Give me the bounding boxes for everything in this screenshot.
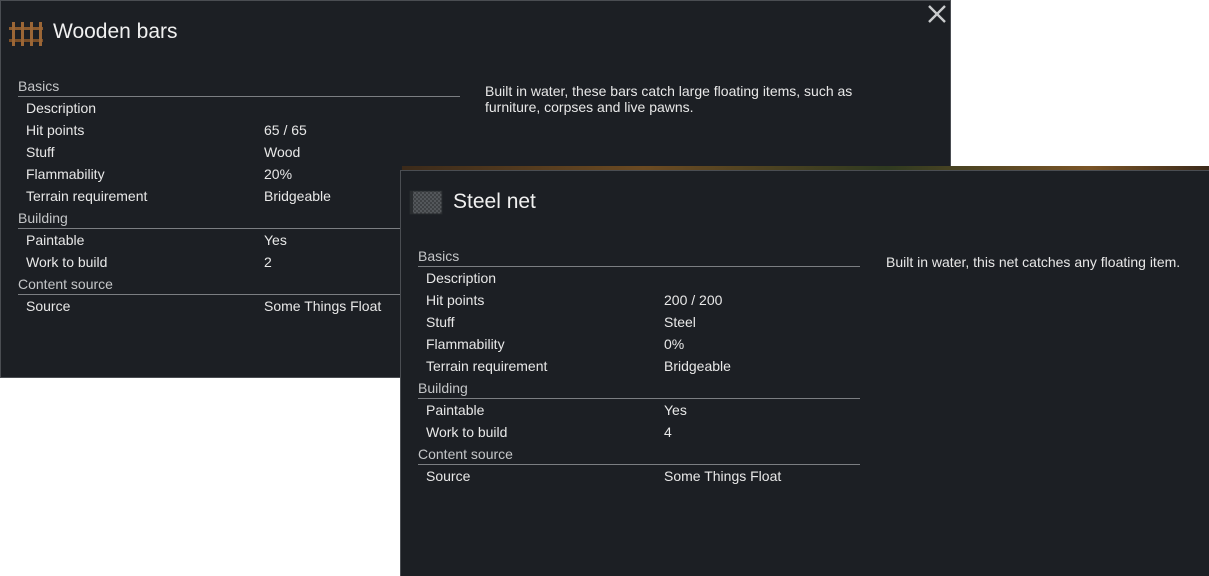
stat-value: Steel	[664, 314, 696, 330]
stat-row[interactable]: Flammability 0%	[418, 333, 860, 355]
stat-row[interactable]: Description	[18, 97, 460, 119]
stat-row[interactable]: Terrain requirement Bridgeable	[418, 355, 860, 377]
section-header-content-source: Content source	[418, 445, 860, 465]
stat-label: Flammability	[26, 166, 105, 182]
stat-row[interactable]: Hit points 65 / 65	[18, 119, 460, 141]
stat-row[interactable]: Work to build 4	[418, 421, 860, 443]
section-header-building: Building	[18, 209, 460, 229]
stat-value: Wood	[264, 144, 301, 160]
stat-row[interactable]: Source Some Things Float	[418, 465, 860, 487]
stat-row[interactable]: Stuff Steel	[418, 311, 860, 333]
window-title: Wooden bars	[53, 20, 178, 43]
stat-value: 2	[264, 254, 272, 270]
stat-value: 200 / 200	[664, 292, 723, 308]
stat-value: 4	[664, 424, 672, 440]
window-header: Steel net	[409, 187, 536, 217]
stat-row[interactable]: Work to build 2	[18, 251, 460, 273]
stats-list: Basics Description Hit points 200 / 200 S…	[418, 245, 860, 487]
stats-list: Basics Description Hit points 65 / 65 Stu…	[18, 75, 460, 317]
section-header-content-source: Content source	[18, 275, 460, 295]
stat-label: Stuff	[26, 144, 55, 160]
stat-label: Source	[426, 468, 471, 484]
stat-row[interactable]: Terrain requirement Bridgeable	[18, 185, 460, 207]
wooden-bars-icon	[9, 17, 43, 47]
stat-value: Yes	[264, 232, 287, 248]
stat-label: Paintable	[426, 402, 485, 418]
section-header-basics: Basics	[18, 77, 460, 97]
stat-label: Terrain requirement	[26, 188, 148, 204]
stat-row[interactable]: Paintable Yes	[18, 229, 460, 251]
stat-value: Yes	[664, 402, 687, 418]
stat-label: Work to build	[26, 254, 108, 270]
description-text: Built in water, this net catches any flo…	[886, 254, 1181, 270]
stat-label: Hit points	[26, 122, 85, 138]
stat-value: 20%	[264, 166, 293, 182]
stat-label: Description	[426, 270, 497, 286]
stat-row[interactable]: Hit points 200 / 200	[418, 289, 860, 311]
stat-label: Terrain requirement	[426, 358, 548, 374]
description-text: Built in water, these bars catch large f…	[485, 83, 853, 115]
stat-value: Some Things Float	[264, 298, 382, 314]
stat-label: Hit points	[426, 292, 485, 308]
stat-label: Description	[26, 100, 97, 116]
stat-value: Some Things Float	[664, 468, 782, 484]
stat-row[interactable]: Stuff Wood	[18, 141, 460, 163]
steel-net-icon	[409, 187, 443, 217]
info-window-steel-net: Steel net Basics Description Hit points 2…	[400, 170, 1209, 576]
stat-row[interactable]: Paintable Yes	[418, 399, 860, 421]
section-header-basics: Basics	[418, 247, 860, 267]
window-title: Steel net	[453, 190, 536, 213]
window-header: Wooden bars	[9, 17, 178, 47]
close-icon[interactable]	[926, 3, 948, 25]
stat-label: Work to build	[426, 424, 508, 440]
stat-value: Bridgeable	[264, 188, 331, 204]
stat-row[interactable]: Source Some Things Float	[18, 295, 460, 317]
stat-row[interactable]: Flammability 20%	[18, 163, 460, 185]
stat-label: Stuff	[426, 314, 455, 330]
stat-value: Bridgeable	[664, 358, 731, 374]
stat-label: Flammability	[426, 336, 505, 352]
stat-label: Source	[26, 298, 71, 314]
stat-value: 65 / 65	[264, 122, 307, 138]
section-header-building: Building	[418, 379, 860, 399]
stat-value: 0%	[664, 336, 685, 352]
stat-row[interactable]: Description	[418, 267, 860, 289]
stat-label: Paintable	[26, 232, 85, 248]
